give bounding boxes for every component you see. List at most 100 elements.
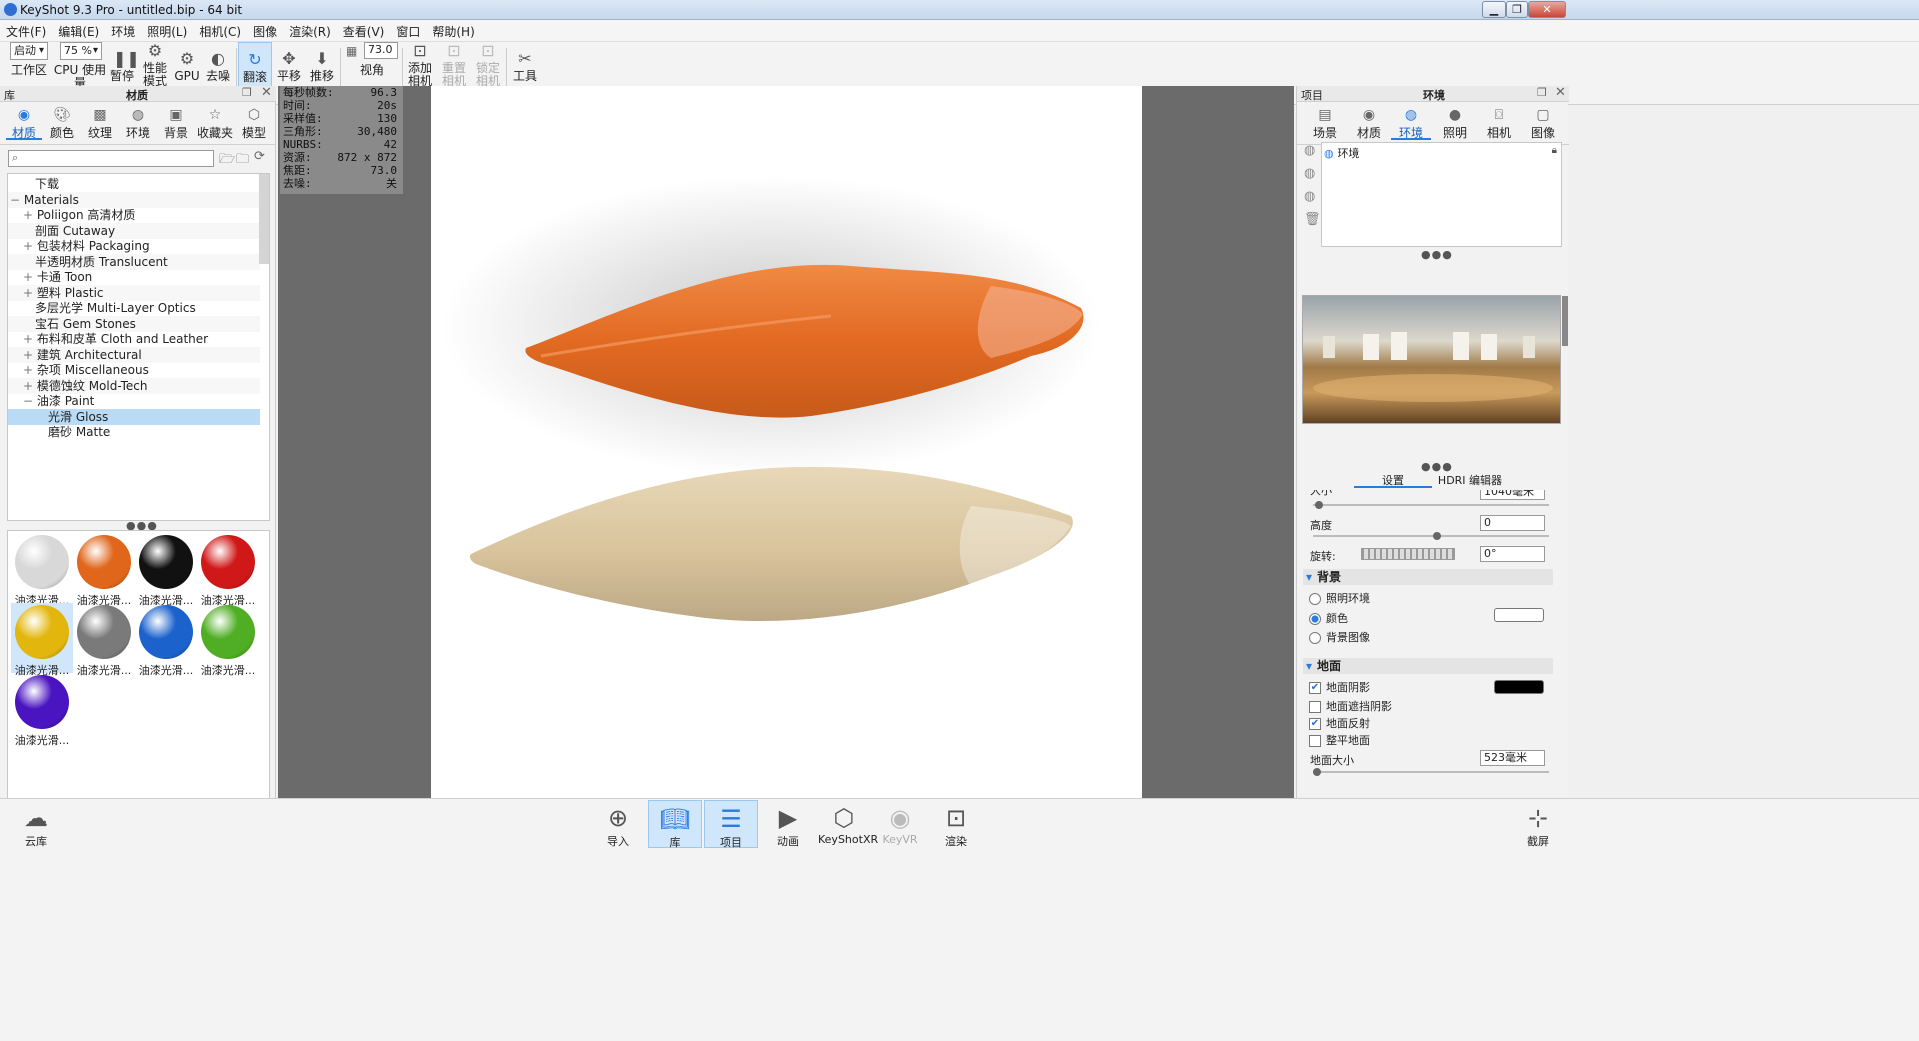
- ground-size-input[interactable]: 523毫米: [1480, 750, 1545, 766]
- material-thumbnail[interactable]: 油漆光滑...: [73, 603, 135, 677]
- tree-item[interactable]: + 卡通 Toon: [8, 269, 260, 285]
- menu-render[interactable]: 渲染(R): [283, 20, 337, 40]
- cloud-library-button[interactable]: ☁ 云库: [16, 800, 56, 848]
- duplicate-environment-icon[interactable]: ◍: [1304, 167, 1318, 181]
- tree-item[interactable]: + 杂项 Miscellaneous: [8, 362, 260, 378]
- height-slider[interactable]: [1313, 532, 1549, 540]
- hdri-preview[interactable]: [1302, 295, 1561, 424]
- folder-add-icon[interactable]: 🗀︎: [236, 150, 249, 172]
- tree-item[interactable]: 下载: [8, 176, 260, 192]
- ground-occlusion-checkbox[interactable]: 地面遮挡阴影: [1309, 698, 1392, 714]
- cpu-usage-select[interactable]: 75 %: [60, 42, 102, 60]
- bg-option-lighting[interactable]: 照明环境: [1309, 590, 1370, 606]
- close-button[interactable]: ✕: [1528, 1, 1566, 18]
- tab-textures[interactable]: ▩ 纹理: [82, 106, 118, 140]
- material-thumbnail[interactable]: 油漆光滑...: [11, 603, 73, 677]
- ground-reflection-checkbox[interactable]: ✔ 地面反射: [1309, 715, 1370, 731]
- tab-camera[interactable]: ⌼ 相机: [1479, 106, 1519, 140]
- viewport[interactable]: [278, 86, 1294, 798]
- material-thumbnail[interactable]: 油漆光滑...: [73, 533, 135, 607]
- workspace-select[interactable]: 启动: [10, 42, 48, 60]
- add-environment-icon[interactable]: ◍: [1304, 144, 1318, 158]
- tab-backplates[interactable]: ▣ 背景: [158, 106, 194, 140]
- render-button[interactable]: ⊡ 渲染: [938, 800, 974, 848]
- tree-item[interactable]: 剖面 Cutaway: [8, 222, 260, 239]
- material-thumbnail[interactable]: 油漆光滑...: [197, 603, 259, 677]
- expand-toggle-icon[interactable]: +: [23, 239, 37, 253]
- tree-item[interactable]: 光滑 Gloss: [8, 408, 260, 425]
- float-panel-icon[interactable]: ❐: [1537, 86, 1547, 99]
- rotation-input[interactable]: 0°: [1480, 546, 1545, 562]
- refresh-icon[interactable]: ⟳: [254, 149, 265, 164]
- menu-help[interactable]: 帮助(H): [426, 20, 480, 40]
- material-thumbnail[interactable]: 油漆光滑...: [11, 533, 73, 607]
- edit-environment-icon[interactable]: ◍: [1304, 190, 1318, 204]
- tree-item[interactable]: + 布料和皮革 Cloth and Leather: [8, 331, 260, 347]
- tab-colors[interactable]: 🎨︎ 颜色: [44, 106, 80, 140]
- splitter-handle[interactable]: ●●●: [1421, 248, 1453, 261]
- tree-item[interactable]: − 油漆 Paint: [8, 393, 260, 409]
- menu-window[interactable]: 窗口: [390, 20, 426, 40]
- close-panel-icon[interactable]: ✕: [261, 85, 272, 100]
- tab-materials[interactable]: ◉ 材质: [6, 106, 42, 140]
- tab-settings[interactable]: 设置: [1354, 472, 1432, 488]
- flatten-ground-checkbox[interactable]: 整平地面: [1309, 732, 1370, 748]
- material-thumbnail[interactable]: 油漆光滑...: [11, 673, 73, 747]
- menu-image[interactable]: 图像: [247, 20, 283, 40]
- bg-option-color[interactable]: 颜色: [1309, 610, 1348, 626]
- tab-material[interactable]: ◉ 材质: [1349, 106, 1389, 140]
- environment-list-item[interactable]: ◍ 环境 🔒︎: [1324, 145, 1559, 160]
- height-input[interactable]: 0: [1480, 515, 1545, 531]
- float-panel-icon[interactable]: ❐: [242, 86, 252, 99]
- expand-toggle-icon[interactable]: −: [10, 193, 24, 207]
- menu-file[interactable]: 文件(F): [0, 20, 52, 40]
- tree-item[interactable]: + 塑料 Plastic: [8, 284, 260, 301]
- fov-input[interactable]: 73.0: [364, 42, 398, 59]
- screenshot-button[interactable]: ⊹ 截屏: [1518, 800, 1558, 848]
- tree-item[interactable]: 半透明材质 Translucent: [8, 253, 260, 270]
- tab-image[interactable]: ▢ 图像: [1523, 106, 1563, 140]
- tab-environments[interactable]: ◍ 环境: [120, 106, 156, 140]
- menu-environment[interactable]: 环境: [105, 20, 141, 40]
- rotation-dial[interactable]: [1361, 548, 1455, 560]
- tab-hdri-editor[interactable]: HDRI 编辑器: [1432, 472, 1508, 488]
- maximize-button[interactable]: ❐: [1506, 1, 1528, 18]
- tree-item[interactable]: 磨砂 Matte: [8, 424, 260, 440]
- tree-item[interactable]: + Poliigon 高清材质: [8, 207, 260, 223]
- tree-scrollbar[interactable]: [259, 174, 269, 264]
- ground-size-slider[interactable]: [1313, 768, 1549, 776]
- expand-toggle-icon[interactable]: +: [23, 348, 37, 362]
- menu-lighting[interactable]: 照明(L): [141, 20, 193, 40]
- background-section-header[interactable]: 背景: [1303, 569, 1553, 585]
- render-canvas[interactable]: [431, 86, 1142, 798]
- menu-view[interactable]: 查看(V): [337, 20, 391, 40]
- expand-toggle-icon[interactable]: +: [23, 286, 37, 300]
- tab-environment[interactable]: ◍ 环境: [1391, 106, 1431, 140]
- material-thumbnail[interactable]: 油漆光滑...: [135, 533, 197, 607]
- menu-edit[interactable]: 编辑(E): [52, 20, 105, 40]
- shadow-color-swatch[interactable]: [1494, 680, 1544, 694]
- project-button[interactable]: ☰ 项目: [704, 800, 758, 849]
- material-thumbnail[interactable]: 油漆光滑...: [135, 603, 197, 677]
- animation-button[interactable]: ▶ 动画: [770, 800, 806, 848]
- keyshotxr-button[interactable]: ⬡ KeyShotXR: [818, 800, 878, 848]
- expand-toggle-icon[interactable]: +: [23, 379, 37, 393]
- expand-toggle-icon[interactable]: +: [23, 270, 37, 284]
- folder-open-icon[interactable]: 🗁︎: [219, 150, 235, 172]
- tree-item[interactable]: + 模德蚀纹 Mold-Tech: [8, 377, 260, 394]
- library-button[interactable]: 📖︎ 库: [648, 800, 702, 849]
- close-panel-icon[interactable]: ✕: [1555, 85, 1566, 100]
- expand-toggle-icon[interactable]: −: [23, 394, 37, 408]
- tree-item[interactable]: − Materials: [8, 191, 260, 208]
- library-search-input[interactable]: ⌕: [8, 150, 214, 167]
- tab-scene[interactable]: ▤ 场景: [1305, 106, 1345, 140]
- minimize-button[interactable]: ▁: [1482, 1, 1506, 18]
- bg-color-swatch[interactable]: [1494, 608, 1544, 622]
- tab-favorites[interactable]: ☆ 收藏夹: [194, 106, 236, 140]
- size-slider[interactable]: [1313, 501, 1549, 509]
- bg-option-image[interactable]: 背景图像: [1309, 629, 1370, 645]
- ground-shadow-checkbox[interactable]: ✔ 地面阴影: [1309, 679, 1370, 695]
- ground-section-header[interactable]: 地面: [1303, 658, 1553, 674]
- tree-item[interactable]: 宝石 Gem Stones: [8, 315, 260, 332]
- tab-models[interactable]: ⬡ 模型: [236, 106, 272, 140]
